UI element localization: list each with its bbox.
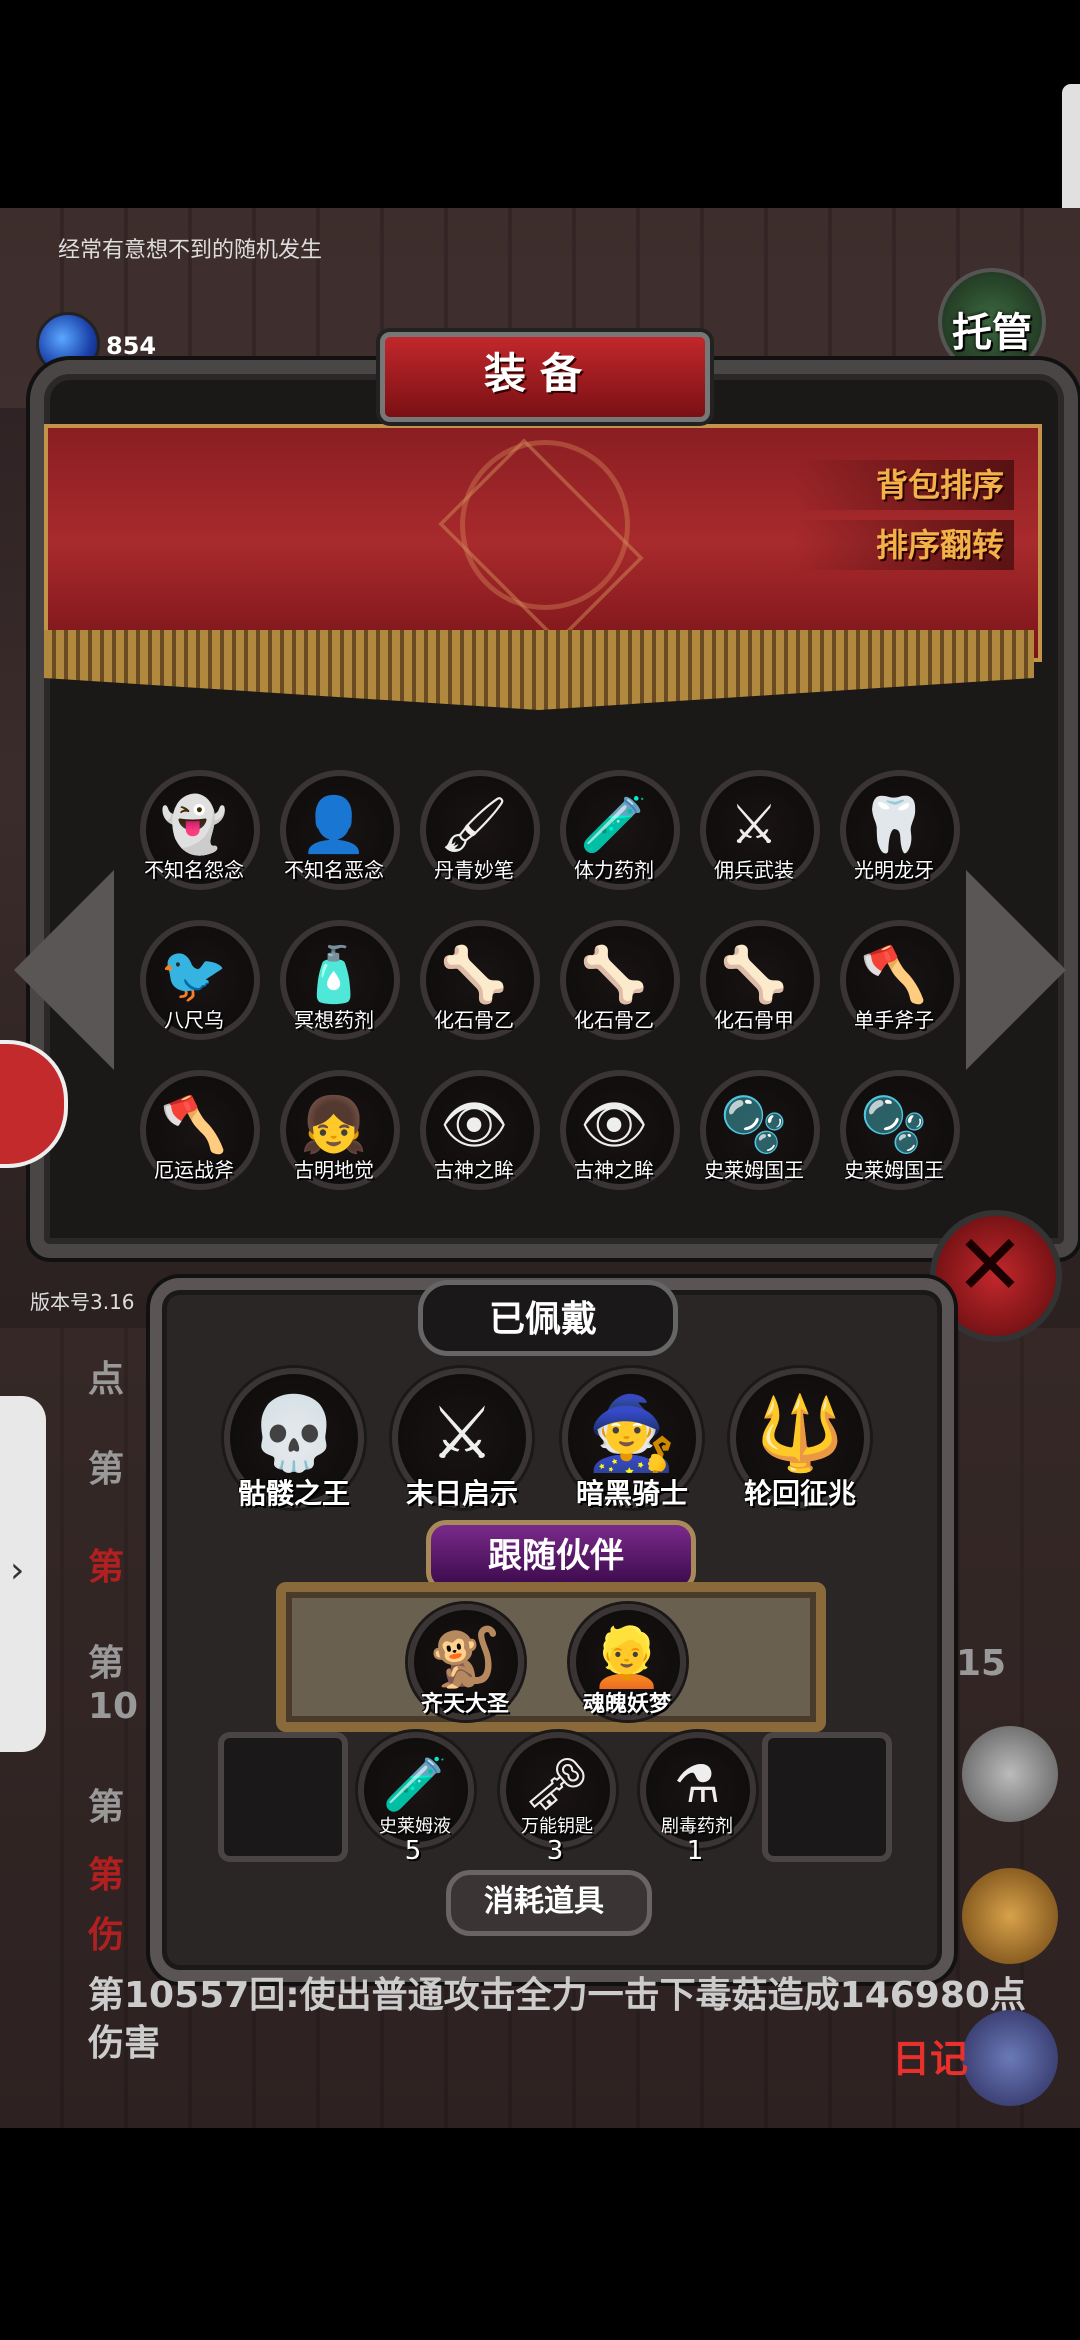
inventory-item[interactable]: 🦴 化石骨甲 — [690, 920, 820, 1060]
companion-name: 齐天大圣 — [420, 1692, 509, 1717]
inventory-grid: 👻 不知名怨念 👤 不知名恶念 🖌 丹青妙笔 🧪 体力药剂 ⚔ 佣兵武装 🦷 光明龙牙 🐦 八尺乌 🧴 冥想药… — [130, 770, 970, 1200]
inventory-item-name: 古神之眸 — [574, 1158, 654, 1182]
consumable-qty: 1 — [686, 1836, 704, 1866]
inventory-item[interactable]: 👧 古明地觉 — [270, 1070, 400, 1210]
diary-button[interactable]: 日记 — [892, 2028, 968, 2083]
consumable-name: 史莱姆液 — [379, 1816, 451, 1837]
inventory-item-name: 不知名怨念 — [144, 858, 244, 882]
consumable-name: 剧毒药剂 — [661, 1816, 733, 1837]
next-page-arrow-icon[interactable] — [966, 870, 1066, 1070]
consumable-qty: 3 — [546, 1836, 564, 1866]
inventory-item[interactable]: 🪓 厄运战斧 — [130, 1070, 260, 1210]
inventory-item-name: 单手斧子 — [854, 1008, 934, 1032]
empty-consumable-slot[interactable] — [218, 1732, 348, 1862]
inventory-item[interactable]: 🦴 化石骨乙 — [410, 920, 540, 1060]
consumable-name: 万能钥匙 — [521, 1816, 593, 1837]
inventory-item-name: 化石骨乙 — [434, 1008, 514, 1032]
inventory-item-name: 化石骨乙 — [574, 1008, 654, 1032]
equipped-slot[interactable]: 🔱 轮回征兆 — [730, 1368, 870, 1518]
inventory-item-name: 佣兵武装 — [714, 858, 794, 882]
inventory-item-name: 冥想药剂 — [294, 1008, 374, 1032]
consumable-slot[interactable]: ⚗ 剧毒药剂 1 — [640, 1732, 770, 1866]
inventory-item[interactable]: 🫧 史莱姆国王 — [690, 1070, 820, 1210]
consumable-slot[interactable]: 🧪 史莱姆液 5 — [358, 1732, 488, 1866]
inventory-item-name: 不知名恶念 — [284, 858, 384, 882]
inventory-item-name: 八尺乌 — [164, 1008, 224, 1032]
tavern-mug-icon[interactable] — [962, 1868, 1058, 1964]
inventory-item[interactable]: 🐦 八尺乌 — [130, 920, 260, 1060]
inventory-item-name: 史莱姆国王 — [844, 1158, 944, 1182]
log-line: 10 — [88, 1686, 139, 1727]
empty-consumable-slot[interactable] — [762, 1732, 892, 1862]
chevron-right-icon[interactable]: › — [10, 1550, 24, 1591]
equipped-item-name: 末日启示 — [405, 1477, 518, 1510]
inventory-item-name: 史莱姆国王 — [704, 1158, 804, 1182]
companion-slot[interactable]: 🐒 齐天大圣 — [408, 1604, 524, 1744]
status-tip: 经常有意想不到的随机发生 — [58, 238, 323, 263]
prev-page-arrow-icon[interactable] — [14, 870, 114, 1070]
log-line: 第 — [88, 1547, 125, 1588]
inventory-item[interactable]: 🧪 体力药剂 — [550, 770, 680, 910]
companion-name: 魂魄妖梦 — [582, 1692, 671, 1717]
helmet-icon[interactable] — [962, 1726, 1058, 1822]
log-line: 第 — [88, 1643, 125, 1684]
log-line: 第 — [88, 1449, 125, 1490]
inventory-item[interactable]: 👁 古神之眸 — [550, 1070, 680, 1210]
log-line: 伤 — [88, 1915, 125, 1956]
consumables-title: 消耗道具 — [484, 1884, 604, 1919]
inventory-item[interactable]: 🪓 单手斧子 — [830, 920, 960, 1060]
inventory-item[interactable]: 👤 不知名恶念 — [270, 770, 400, 910]
inventory-item-name: 光明龙牙 — [854, 858, 934, 882]
inventory-item-name: 体力药剂 — [574, 858, 654, 882]
inventory-item[interactable]: 👁 古神之眸 — [410, 1070, 540, 1210]
equipped-title: 已佩戴 — [488, 1299, 597, 1340]
sort-reverse-button[interactable]: 排序翻转 — [794, 520, 1014, 570]
sort-bag-button[interactable]: 背包排序 — [794, 460, 1014, 510]
auto-button-label[interactable]: 托管 — [942, 300, 1042, 358]
inventory-item[interactable]: 🧴 冥想药剂 — [270, 920, 400, 1060]
currency-count: 854 — [106, 332, 157, 360]
inventory-item-name: 丹青妙笔 — [434, 858, 514, 882]
consumable-slot[interactable]: 🗝 万能钥匙 3 — [500, 1732, 630, 1866]
inventory-item[interactable]: 🦷 光明龙牙 — [830, 770, 960, 910]
equipped-item-name: 轮回征兆 — [743, 1477, 856, 1510]
page-title: 装备 — [483, 349, 596, 398]
inventory-item-name: 古明地觉 — [294, 1158, 374, 1182]
inventory-item[interactable]: ⚔ 佣兵武装 — [690, 770, 820, 910]
inventory-item-name: 古神之眸 — [434, 1158, 514, 1182]
crest-ring-icon — [460, 440, 630, 610]
log-line: 点 — [88, 1359, 125, 1400]
bottom-letterbox — [0, 2128, 1080, 2340]
equipped-slot[interactable]: ⚔ 末日启示 — [392, 1368, 532, 1518]
version-label: 版本号3.16 — [30, 1290, 135, 1314]
inventory-item[interactable]: 🦴 化石骨乙 — [550, 920, 680, 1060]
log-line: 第 — [88, 1855, 125, 1896]
equipped-item-name: 骷髅之王 — [237, 1477, 350, 1510]
consumable-qty: 5 — [404, 1836, 422, 1866]
companions-title: 跟随伙伴 — [488, 1536, 624, 1576]
companion-slot[interactable]: 👱 魂魄妖梦 — [570, 1604, 686, 1744]
equipped-item-name: 暗黑骑士 — [575, 1477, 688, 1510]
inventory-item[interactable]: 🖌 丹青妙笔 — [410, 770, 540, 910]
equipped-slot[interactable]: 💀 骷髅之王 — [224, 1368, 364, 1518]
inventory-item-name: 化石骨甲 — [714, 1008, 794, 1032]
inventory-item[interactable]: 🫧 史莱姆国王 — [830, 1070, 960, 1210]
equipped-slot[interactable]: 🧙 暗黑骑士 — [562, 1368, 702, 1518]
log-line: 第 — [88, 1787, 125, 1828]
inventory-item-name: 厄运战斧 — [154, 1158, 234, 1182]
inventory-item[interactable]: 👻 不知名怨念 — [130, 770, 260, 910]
